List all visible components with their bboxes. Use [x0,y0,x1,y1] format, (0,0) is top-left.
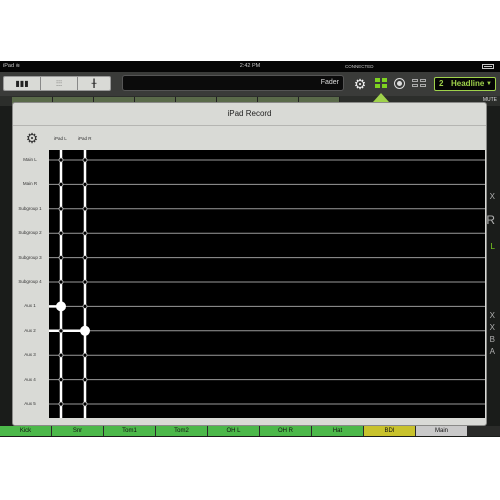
fader-display[interactable]: Fader [122,75,344,91]
routing-node-active[interactable] [80,325,90,336]
row-label: Aux 2 [24,327,36,333]
routing-node[interactable] [58,182,64,187]
routing-node[interactable] [58,352,64,358]
channel-tab[interactable]: OH L [208,426,260,436]
routing-matrix[interactable] [49,150,485,418]
side-label-l: L [490,242,495,251]
routing-node[interactable] [82,206,88,212]
side-label-r: R [486,213,495,227]
mixer-faders-icon[interactable]: ⫶⫶⫶ [41,77,77,90]
routing-node[interactable] [58,328,64,334]
routing-node[interactable] [58,206,64,212]
channel-tab[interactable]: OH R [260,426,312,436]
row-label: Subgroup 2 [18,230,42,236]
side-letter: X [489,311,495,320]
single-fader-icon[interactable]: ╂ [78,77,110,90]
row-label: Aux 3 [24,352,36,358]
routing-node[interactable] [82,377,88,383]
column-header-ipad-r: iPad R [78,136,92,141]
column-header-ipad-l: iPad L [54,136,67,141]
scene-number: 2 [439,79,444,88]
row-label: Aux 5 [24,401,36,406]
row-label: Subgroup 4 [18,279,42,284]
popup-title: iPad Record [13,103,486,126]
settings-gear-icon[interactable]: ⚙ [352,76,368,92]
channel-tab[interactable]: Snr [52,426,104,436]
popup-pointer [373,93,389,102]
connection-status: CONNECTED [345,64,374,69]
row-label: Subgroup 3 [18,254,42,260]
channel-tab[interactable]: BDI [364,426,416,436]
view-selector[interactable]: ▮▮▮ ⫶⫶⫶ ╂ [3,76,111,91]
side-label-x: X [489,192,495,201]
channel-tab[interactable]: Hat [312,426,364,436]
routing-node[interactable] [82,230,88,236]
ipad-record-popup: iPad Record ⚙ iPad L iPad R Main L Main R… [12,102,487,426]
side-letter: X [489,323,495,332]
scene-name: Headline [451,79,485,88]
channel-strip-empty [468,426,500,436]
status-bar: iPad ≋ 2:42 PM CONNECTED [0,61,500,72]
row-label: Subgroup 1 [18,205,42,211]
row-label: Aux 1 [24,303,36,309]
channel-tab[interactable]: Tom2 [156,426,208,436]
routing-node[interactable] [82,255,88,260]
routing-node[interactable] [58,401,64,407]
chevron-down-icon: ▼ [486,81,492,87]
routing-node[interactable] [58,279,64,285]
top-toolbar: ▮▮▮ ⫶⫶⫶ ╂ Fader ⚙ 2 Headline ▼ [0,72,500,96]
scene-selector[interactable]: 2 Headline ▼ [434,77,496,91]
routing-node-active[interactable] [56,301,66,312]
app-screen: iPad ≋ 2:42 PM CONNECTED ▮▮▮ ⫶⫶⫶ ╂ Fader… [0,61,500,437]
channel-grid-icon[interactable] [375,78,389,90]
row-label: Main L [23,157,37,162]
routing-node[interactable] [82,352,88,358]
battery-icon [482,64,494,69]
channel-tab[interactable]: Tom1 [104,426,156,436]
routing-node[interactable] [58,377,64,383]
clock: 2:42 PM [239,63,261,69]
side-letter: B [489,335,495,344]
row-label: Main R [22,181,38,187]
routing-node[interactable] [58,255,64,260]
channel-tab[interactable]: Main [416,426,468,436]
strip-view-icon[interactable]: ▮▮▮ [4,77,40,90]
channel-tab[interactable]: Kick [0,426,52,436]
routing-node[interactable] [58,230,64,236]
channel-strip: Kick Snr Tom1 Tom2 OH L OH R Hat BDI Main [0,426,500,436]
matrix-background [49,150,485,418]
routing-node[interactable] [82,157,88,163]
routing-node[interactable] [82,279,88,285]
record-icon[interactable] [394,78,405,89]
side-letter: A [489,347,495,356]
routing-node[interactable] [58,157,64,163]
routing-node[interactable] [82,182,88,187]
routing-node[interactable] [82,401,88,407]
routing-node[interactable] [82,303,88,309]
meters-icon[interactable] [412,79,428,89]
gear-icon[interactable]: ⚙ [24,130,40,146]
row-label: Aux 4 [24,376,36,382]
